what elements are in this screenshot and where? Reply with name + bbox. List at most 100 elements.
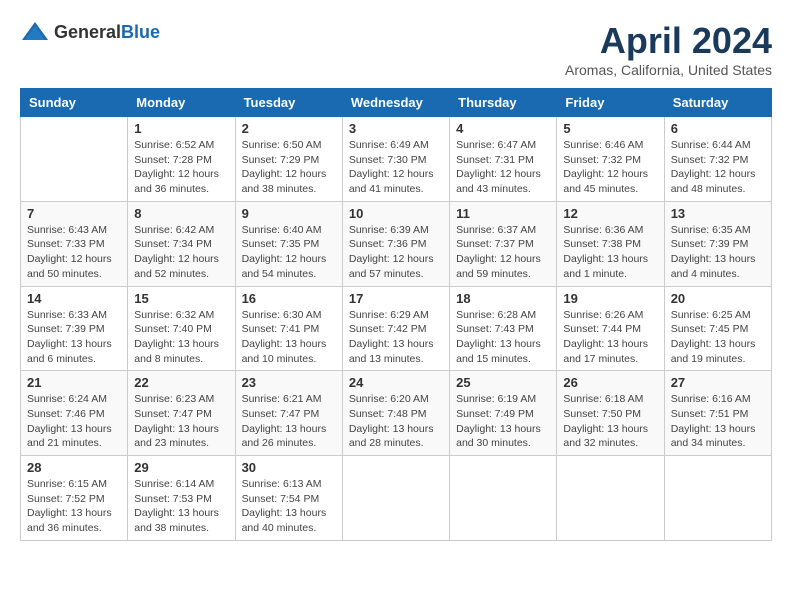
day-number: 11 — [456, 206, 550, 221]
calendar-cell: 25 Sunrise: 6:19 AMSunset: 7:49 PMDaylig… — [450, 371, 557, 456]
day-number: 28 — [27, 460, 121, 475]
day-info: Sunrise: 6:40 AMSunset: 7:35 PMDaylight:… — [242, 223, 336, 282]
calendar-cell: 20 Sunrise: 6:25 AMSunset: 7:45 PMDaylig… — [664, 286, 771, 371]
day-info: Sunrise: 6:16 AMSunset: 7:51 PMDaylight:… — [671, 392, 765, 451]
calendar-cell: 15 Sunrise: 6:32 AMSunset: 7:40 PMDaylig… — [128, 286, 235, 371]
calendar-cell: 13 Sunrise: 6:35 AMSunset: 7:39 PMDaylig… — [664, 201, 771, 286]
day-info: Sunrise: 6:23 AMSunset: 7:47 PMDaylight:… — [134, 392, 228, 451]
day-number: 26 — [563, 375, 657, 390]
day-info: Sunrise: 6:46 AMSunset: 7:32 PMDaylight:… — [563, 138, 657, 197]
day-info: Sunrise: 6:18 AMSunset: 7:50 PMDaylight:… — [563, 392, 657, 451]
calendar-cell: 12 Sunrise: 6:36 AMSunset: 7:38 PMDaylig… — [557, 201, 664, 286]
calendar-cell: 1 Sunrise: 6:52 AMSunset: 7:28 PMDayligh… — [128, 117, 235, 202]
day-info: Sunrise: 6:20 AMSunset: 7:48 PMDaylight:… — [349, 392, 443, 451]
title-area: April 2024 Aromas, California, United St… — [565, 20, 772, 78]
calendar-cell: 5 Sunrise: 6:46 AMSunset: 7:32 PMDayligh… — [557, 117, 664, 202]
day-info: Sunrise: 6:32 AMSunset: 7:40 PMDaylight:… — [134, 308, 228, 367]
day-info: Sunrise: 6:47 AMSunset: 7:31 PMDaylight:… — [456, 138, 550, 197]
day-info: Sunrise: 6:37 AMSunset: 7:37 PMDaylight:… — [456, 223, 550, 282]
day-info: Sunrise: 6:50 AMSunset: 7:29 PMDaylight:… — [242, 138, 336, 197]
calendar-week-row: 14 Sunrise: 6:33 AMSunset: 7:39 PMDaylig… — [21, 286, 772, 371]
day-number: 16 — [242, 291, 336, 306]
calendar-cell: 9 Sunrise: 6:40 AMSunset: 7:35 PMDayligh… — [235, 201, 342, 286]
day-number: 10 — [349, 206, 443, 221]
day-number: 1 — [134, 121, 228, 136]
day-info: Sunrise: 6:24 AMSunset: 7:46 PMDaylight:… — [27, 392, 121, 451]
day-info: Sunrise: 6:42 AMSunset: 7:34 PMDaylight:… — [134, 223, 228, 282]
weekday-header-row: SundayMondayTuesdayWednesdayThursdayFrid… — [21, 89, 772, 117]
calendar-cell — [342, 456, 449, 541]
calendar-cell: 23 Sunrise: 6:21 AMSunset: 7:47 PMDaylig… — [235, 371, 342, 456]
calendar-week-row: 7 Sunrise: 6:43 AMSunset: 7:33 PMDayligh… — [21, 201, 772, 286]
day-number: 3 — [349, 121, 443, 136]
day-number: 2 — [242, 121, 336, 136]
day-number: 29 — [134, 460, 228, 475]
header: GeneralBlue April 2024 Aromas, Californi… — [20, 20, 772, 78]
day-info: Sunrise: 6:33 AMSunset: 7:39 PMDaylight:… — [27, 308, 121, 367]
calendar-cell — [21, 117, 128, 202]
calendar-cell: 3 Sunrise: 6:49 AMSunset: 7:30 PMDayligh… — [342, 117, 449, 202]
calendar-table: SundayMondayTuesdayWednesdayThursdayFrid… — [20, 88, 772, 541]
calendar-cell: 27 Sunrise: 6:16 AMSunset: 7:51 PMDaylig… — [664, 371, 771, 456]
day-info: Sunrise: 6:29 AMSunset: 7:42 PMDaylight:… — [349, 308, 443, 367]
day-number: 6 — [671, 121, 765, 136]
day-number: 12 — [563, 206, 657, 221]
day-number: 8 — [134, 206, 228, 221]
calendar-cell: 17 Sunrise: 6:29 AMSunset: 7:42 PMDaylig… — [342, 286, 449, 371]
day-info: Sunrise: 6:15 AMSunset: 7:52 PMDaylight:… — [27, 477, 121, 536]
weekday-header: Friday — [557, 89, 664, 117]
calendar-cell: 6 Sunrise: 6:44 AMSunset: 7:32 PMDayligh… — [664, 117, 771, 202]
calendar-cell: 8 Sunrise: 6:42 AMSunset: 7:34 PMDayligh… — [128, 201, 235, 286]
day-number: 4 — [456, 121, 550, 136]
calendar-cell: 4 Sunrise: 6:47 AMSunset: 7:31 PMDayligh… — [450, 117, 557, 202]
day-info: Sunrise: 6:36 AMSunset: 7:38 PMDaylight:… — [563, 223, 657, 282]
day-info: Sunrise: 6:26 AMSunset: 7:44 PMDaylight:… — [563, 308, 657, 367]
calendar-cell: 26 Sunrise: 6:18 AMSunset: 7:50 PMDaylig… — [557, 371, 664, 456]
logo-icon — [20, 20, 50, 44]
day-info: Sunrise: 6:39 AMSunset: 7:36 PMDaylight:… — [349, 223, 443, 282]
day-info: Sunrise: 6:35 AMSunset: 7:39 PMDaylight:… — [671, 223, 765, 282]
day-number: 19 — [563, 291, 657, 306]
calendar-cell: 29 Sunrise: 6:14 AMSunset: 7:53 PMDaylig… — [128, 456, 235, 541]
day-number: 30 — [242, 460, 336, 475]
day-number: 22 — [134, 375, 228, 390]
day-info: Sunrise: 6:43 AMSunset: 7:33 PMDaylight:… — [27, 223, 121, 282]
calendar-cell: 19 Sunrise: 6:26 AMSunset: 7:44 PMDaylig… — [557, 286, 664, 371]
day-number: 14 — [27, 291, 121, 306]
calendar-cell: 18 Sunrise: 6:28 AMSunset: 7:43 PMDaylig… — [450, 286, 557, 371]
weekday-header: Thursday — [450, 89, 557, 117]
day-info: Sunrise: 6:30 AMSunset: 7:41 PMDaylight:… — [242, 308, 336, 367]
day-number: 9 — [242, 206, 336, 221]
calendar-cell: 2 Sunrise: 6:50 AMSunset: 7:29 PMDayligh… — [235, 117, 342, 202]
calendar-cell: 7 Sunrise: 6:43 AMSunset: 7:33 PMDayligh… — [21, 201, 128, 286]
calendar-cell: 14 Sunrise: 6:33 AMSunset: 7:39 PMDaylig… — [21, 286, 128, 371]
day-number: 13 — [671, 206, 765, 221]
day-number: 25 — [456, 375, 550, 390]
calendar-week-row: 28 Sunrise: 6:15 AMSunset: 7:52 PMDaylig… — [21, 456, 772, 541]
day-info: Sunrise: 6:28 AMSunset: 7:43 PMDaylight:… — [456, 308, 550, 367]
calendar-week-row: 1 Sunrise: 6:52 AMSunset: 7:28 PMDayligh… — [21, 117, 772, 202]
calendar-cell — [664, 456, 771, 541]
calendar-cell: 16 Sunrise: 6:30 AMSunset: 7:41 PMDaylig… — [235, 286, 342, 371]
day-info: Sunrise: 6:52 AMSunset: 7:28 PMDaylight:… — [134, 138, 228, 197]
weekday-header: Wednesday — [342, 89, 449, 117]
day-info: Sunrise: 6:25 AMSunset: 7:45 PMDaylight:… — [671, 308, 765, 367]
day-info: Sunrise: 6:44 AMSunset: 7:32 PMDaylight:… — [671, 138, 765, 197]
day-info: Sunrise: 6:21 AMSunset: 7:47 PMDaylight:… — [242, 392, 336, 451]
calendar-cell: 10 Sunrise: 6:39 AMSunset: 7:36 PMDaylig… — [342, 201, 449, 286]
day-number: 20 — [671, 291, 765, 306]
calendar-cell — [557, 456, 664, 541]
day-number: 24 — [349, 375, 443, 390]
weekday-header: Saturday — [664, 89, 771, 117]
day-info: Sunrise: 6:14 AMSunset: 7:53 PMDaylight:… — [134, 477, 228, 536]
calendar-cell: 22 Sunrise: 6:23 AMSunset: 7:47 PMDaylig… — [128, 371, 235, 456]
day-number: 27 — [671, 375, 765, 390]
weekday-header: Tuesday — [235, 89, 342, 117]
calendar-cell — [450, 456, 557, 541]
weekday-header: Monday — [128, 89, 235, 117]
weekday-header: Sunday — [21, 89, 128, 117]
day-info: Sunrise: 6:19 AMSunset: 7:49 PMDaylight:… — [456, 392, 550, 451]
day-number: 17 — [349, 291, 443, 306]
day-number: 18 — [456, 291, 550, 306]
day-info: Sunrise: 6:13 AMSunset: 7:54 PMDaylight:… — [242, 477, 336, 536]
